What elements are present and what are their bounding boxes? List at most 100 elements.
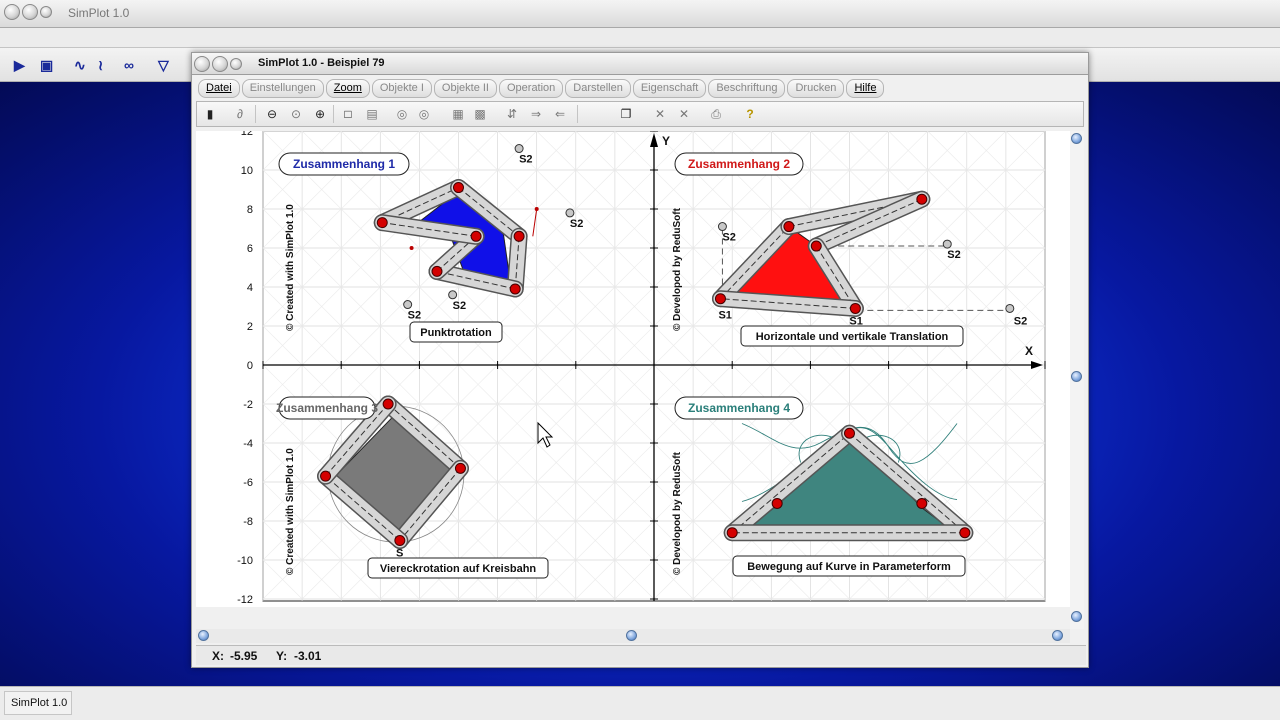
plot-window-title: SimPlot 1.0 - Beispiel 79 [258, 57, 385, 69]
play-icon[interactable]: ▶ [14, 57, 25, 74]
horizontal-scroll-thumb[interactable] [626, 630, 637, 641]
close-button[interactable] [4, 4, 20, 20]
window-icon[interactable]: ▣ [40, 57, 53, 74]
q3-caption: Viereckrotation auf Kreisbahn [367, 557, 549, 579]
outer-title-bar: SimPlot 1.0 [0, 0, 1280, 28]
y-axis-label: Y [662, 134, 670, 148]
move-icon[interactable]: ⇵ [503, 105, 521, 123]
print-icon[interactable]: ⎙ [707, 105, 725, 123]
point-label: S2 [453, 300, 466, 312]
copy-icon[interactable]: ❐ [617, 105, 635, 123]
q4-title: Zusammenhang 4 [674, 396, 804, 420]
y-tick-label: -6 [243, 477, 253, 489]
support-point [1005, 303, 1015, 313]
q1-caption: Punktrotation [409, 321, 503, 343]
menu-zoom[interactable]: Zoom [325, 79, 370, 98]
joint [714, 293, 726, 305]
joint [849, 302, 861, 314]
scroll-up-button[interactable] [1071, 133, 1082, 144]
help-icon[interactable]: ? [741, 105, 759, 123]
q2-caption-text: Horizontale und vertikale Translation [756, 331, 949, 343]
joint [320, 470, 332, 482]
vertical-scroll-thumb[interactable] [1071, 371, 1082, 382]
plot-window: SimPlot 1.0 - Beispiel 79 Datei Einstellu… [191, 52, 1089, 668]
window-maximize-button[interactable] [230, 58, 242, 70]
point-label: S2 [519, 154, 532, 166]
support-point [717, 222, 727, 232]
window-close-button[interactable] [194, 56, 210, 72]
refresh-icon[interactable]: ◎ [393, 105, 411, 123]
y-tick-label: -12 [237, 594, 253, 606]
y-tick-label: -10 [237, 555, 253, 567]
joint [454, 462, 466, 474]
menu-eigenschaft[interactable]: Eigenschaft [632, 79, 707, 98]
zoom-out-icon[interactable]: ⊖ [263, 105, 281, 123]
zoom-reset-icon[interactable]: ⊙ [287, 105, 305, 123]
arrow-left-icon[interactable]: ⇐ [551, 105, 569, 123]
menu-drucken[interactable]: Drucken [787, 79, 845, 98]
status-bar: SimPlot 1.0 [0, 686, 1280, 720]
menu-beschriftung[interactable]: Beschriftung [708, 79, 786, 98]
scroll-down-button[interactable] [1071, 611, 1082, 622]
arrow-right-icon[interactable]: ⇒ [527, 105, 545, 123]
q1-caption-text: Punktrotation [420, 327, 492, 339]
filter-icon[interactable]: ▽ [158, 57, 169, 74]
scroll-left-button[interactable] [198, 630, 209, 641]
x-coord-label: X: [212, 649, 224, 663]
rotation-pivot [409, 246, 414, 250]
menu-einstellungen[interactable]: Einstellungen [241, 79, 324, 98]
q4-caption: Bewegung auf Kurve in Parameterform [732, 555, 966, 577]
zoom-in-icon[interactable]: ⊕ [311, 105, 329, 123]
function-icon[interactable]: ∂ [231, 105, 249, 123]
joint [916, 193, 928, 205]
y-tick-label: 4 [247, 282, 253, 294]
calculator-icon[interactable]: ▮ [201, 105, 219, 123]
q3-caption-text: Viereckrotation auf Kreisbahn [380, 563, 537, 575]
horizontal-scrollbar[interactable] [196, 629, 1070, 643]
menu-datei[interactable]: Datei [198, 79, 240, 98]
delete-icon[interactable]: ✕ [651, 105, 669, 123]
parametric-chart-icon[interactable]: ≀ [98, 57, 103, 74]
joint [810, 240, 822, 252]
point-label: S2 [947, 249, 960, 261]
grid-toggle-icon[interactable]: ▤ [363, 105, 381, 123]
q2-caption: Horizontale und vertikale Translation [740, 325, 964, 347]
reload-icon[interactable]: ◎ [415, 105, 433, 123]
y-tick-label: -8 [243, 516, 253, 528]
point-label: S2 [1014, 315, 1027, 327]
y-tick-label: 2 [247, 321, 253, 333]
q4-caption-text: Bewegung auf Kurve in Parameterform [747, 561, 951, 573]
minimize-button[interactable] [22, 4, 38, 20]
window-minimize-button[interactable] [212, 56, 228, 72]
menu-operation[interactable]: Operation [498, 79, 564, 98]
x-coord-value: -5.95 [230, 649, 258, 663]
menu-hilfe[interactable]: Hilfe [846, 79, 885, 98]
q4-title-text: Zusammenhang 4 [688, 401, 790, 415]
coordinate-plot[interactable]: XY-20-16-12-8-4048121620121086420-2-4-6-… [196, 126, 1070, 620]
scroll-right-button[interactable] [1052, 630, 1063, 641]
frame-icon[interactable]: □ [339, 105, 357, 123]
menu-objekte-ii[interactable]: Objekte II [433, 79, 497, 98]
export-icon[interactable]: ▩ [471, 105, 489, 123]
polar-chart-icon[interactable]: ∞ [124, 57, 134, 73]
y-tick-label: -2 [243, 399, 253, 411]
outer-window-title: SimPlot 1.0 [68, 6, 130, 20]
support-point [942, 239, 952, 249]
plot-window-title-bar: SimPlot 1.0 - Beispiel 79 [192, 53, 1088, 75]
joint [382, 398, 394, 410]
maximize-button[interactable] [40, 6, 52, 18]
menu-objekte-i[interactable]: Objekte I [371, 79, 432, 98]
menu-darstellen[interactable]: Darstellen [565, 79, 631, 98]
joint [431, 265, 443, 277]
q2-title-text: Zusammenhang 2 [688, 157, 790, 171]
delete-all-icon[interactable]: ✕ [675, 105, 693, 123]
point-label: S2 [408, 310, 421, 322]
status-app-label: SimPlot 1.0 [4, 691, 72, 715]
plot-area[interactable]: XY-20-16-12-8-4048121620121086420-2-4-6-… [196, 126, 1070, 620]
table-icon[interactable]: ▦ [449, 105, 467, 123]
q4-watermark: © Developod by ReduSoft [672, 451, 683, 575]
joint [509, 283, 521, 295]
line-chart-icon[interactable]: ∿ [74, 57, 86, 74]
x-axis-label: X [1025, 344, 1033, 358]
vertical-scrollbar[interactable] [1070, 131, 1084, 629]
